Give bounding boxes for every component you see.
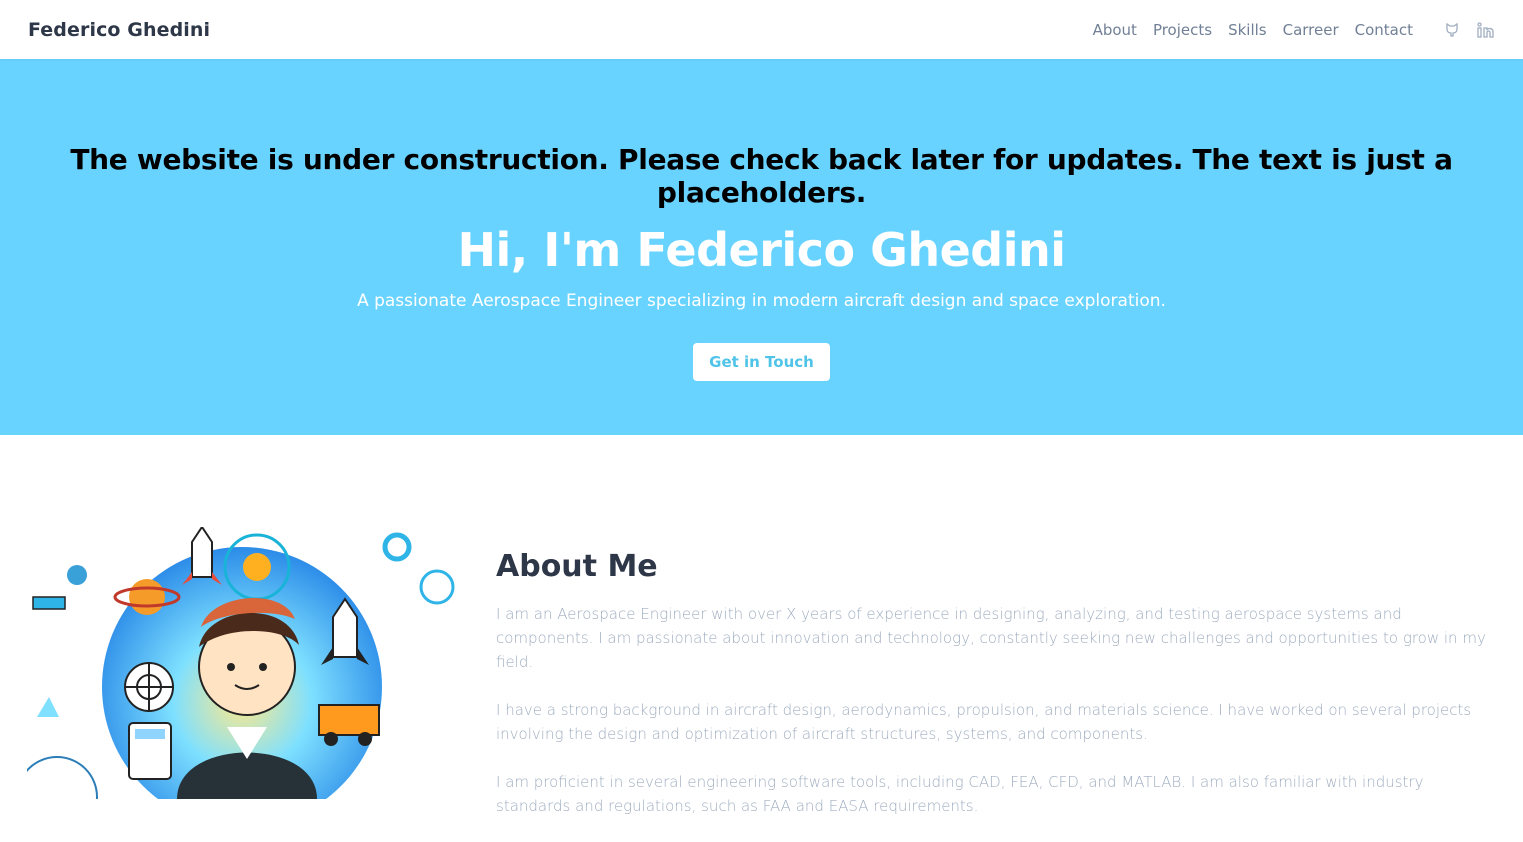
about-section: About Me I am an Aerospace Engineer with… [0,435,1523,815]
linkedin-icon[interactable] [1477,21,1495,39]
nav-link-projects[interactable]: Projects [1153,21,1212,39]
social-links [1443,21,1495,39]
nav-right: About Projects Skills Carreer Contact [1093,21,1495,39]
aerospace-illustration [27,527,463,799]
nav-link-about[interactable]: About [1093,21,1137,39]
nav-links: About Projects Skills Carreer Contact [1093,21,1413,39]
nav-link-career[interactable]: Carreer [1283,21,1339,39]
hero-title: Hi, I'm Federico Ghedini [457,223,1066,277]
about-paragraph: I am proficient in several engineering s… [496,773,1424,815]
hero-subtitle: A passionate Aerospace Engineer speciali… [357,291,1166,311]
navbar: Federico Ghedini About Projects Skills C… [0,0,1523,59]
github-icon[interactable] [1443,21,1461,39]
construction-notice: The website is under construction. Pleas… [70,143,1453,209]
about-content: About Me I am an Aerospace Engineer with… [496,549,1486,842]
get-in-touch-button[interactable]: Get in Touch [693,343,830,381]
site-brand[interactable]: Federico Ghedini [28,19,210,41]
about-paragraph: I have a strong background in aircraft d… [496,701,1472,743]
nav-link-skills[interactable]: Skills [1228,21,1267,39]
about-title: About Me [496,549,658,584]
about-paragraph: I am an Aerospace Engineer with over X y… [496,605,1486,671]
hero-section: The website is under construction. Pleas… [0,59,1523,435]
nav-link-contact[interactable]: Contact [1355,21,1413,39]
